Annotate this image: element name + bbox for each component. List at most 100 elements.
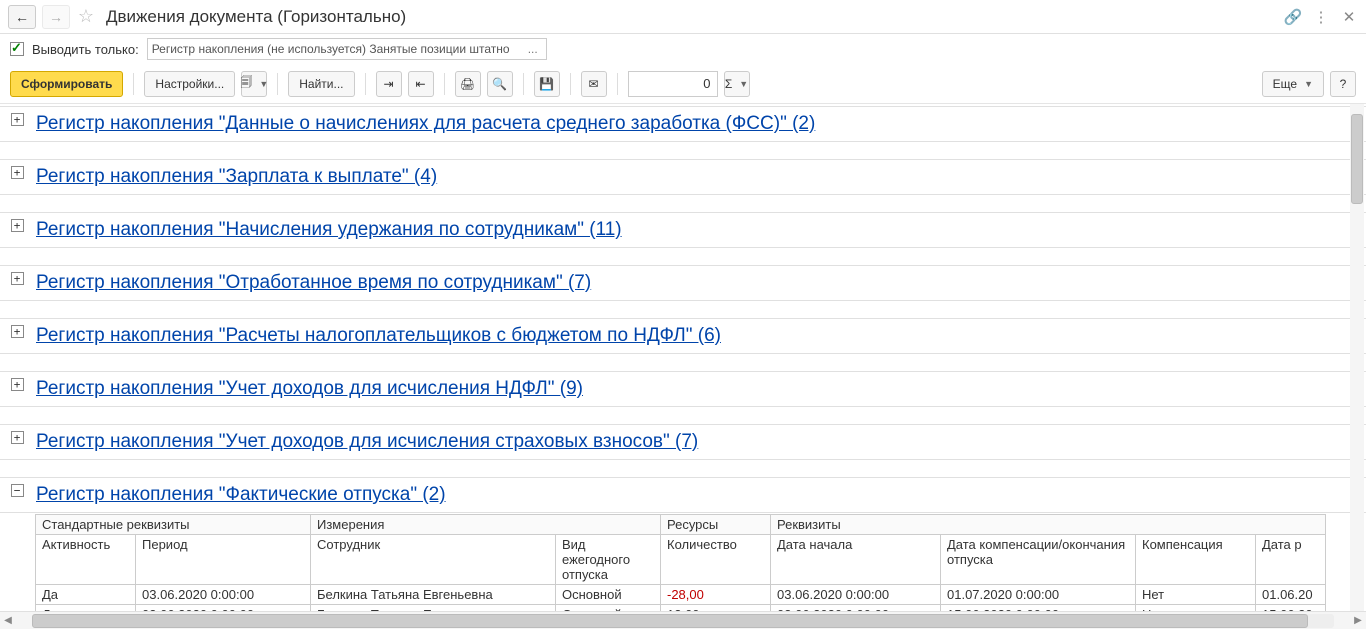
register-section-link[interactable]: Регистр накопления "Начисления удержания… bbox=[34, 213, 1366, 247]
col-header-period[interactable]: Период bbox=[136, 535, 311, 585]
filter-bar: Выводить только: Регистр накопления (не … bbox=[0, 34, 1366, 64]
tree-toggle[interactable]: + bbox=[11, 166, 24, 179]
col-header-vac_type[interactable]: Вид ежегодного отпуска bbox=[556, 535, 661, 585]
scroll-track[interactable] bbox=[32, 614, 1334, 628]
cell-date_comp: 01.07.2020 0:00:00 bbox=[941, 585, 1136, 605]
favorite-star-icon[interactable]: ☆ bbox=[76, 7, 96, 27]
preview-icon: 🔍 bbox=[492, 77, 507, 91]
col-header-employee[interactable]: Сотрудник bbox=[311, 535, 556, 585]
save-button[interactable]: 💾 bbox=[534, 71, 560, 97]
table-row[interactable]: Да03.06.2020 0:00:00Белкина Татьяна Евге… bbox=[36, 605, 1326, 612]
cell-vac_type: Основной bbox=[556, 585, 661, 605]
report-area[interactable]: + Регистр накопления "Данные о начисления… bbox=[0, 104, 1366, 611]
detail-table: Стандартные реквизитыИзмеренияРесурсыРек… bbox=[35, 514, 1326, 611]
filter-value-input[interactable]: Регистр накопления (не используется) Зан… bbox=[147, 38, 547, 60]
tree-toggle[interactable]: + bbox=[11, 219, 24, 232]
toolbar: Сформировать Настройки... 🗐▼ Найти... ⇥ … bbox=[0, 64, 1366, 104]
collapse-all-button[interactable]: ⇤ bbox=[408, 71, 434, 97]
output-only-checkbox[interactable] bbox=[10, 42, 24, 56]
filter-value-text: Регистр накопления (не используется) Зан… bbox=[152, 42, 510, 56]
col-group-attributes: Реквизиты bbox=[771, 515, 1326, 535]
cell-period: 03.06.2020 0:00:00 bbox=[136, 585, 311, 605]
col-group-standard: Стандартные реквизиты bbox=[36, 515, 311, 535]
toolbar-separator bbox=[617, 73, 618, 95]
register-section-link[interactable]: Регистр накопления "Зарплата к выплате" … bbox=[34, 160, 1366, 194]
register-section-link[interactable]: Регистр накопления "Фактические отпуска"… bbox=[34, 478, 1366, 512]
cell-date_r: 15.06.20 bbox=[1256, 605, 1326, 612]
toolbar-separator bbox=[277, 73, 278, 95]
register-section-link[interactable]: Регистр накопления "Расчеты налогоплател… bbox=[34, 319, 1366, 353]
toolbar-separator bbox=[570, 73, 571, 95]
close-icon[interactable]: ✕ bbox=[1340, 8, 1358, 26]
horizontal-scrollbar[interactable]: ◀ ▶ bbox=[0, 611, 1366, 629]
cell-vac_type: Основной bbox=[556, 605, 661, 612]
output-only-label: Выводить только: bbox=[32, 42, 139, 57]
expand-icon: ⇥ bbox=[383, 77, 393, 91]
vertical-scroll-thumb[interactable] bbox=[1351, 114, 1363, 204]
variants-button[interactable]: 🗐▼ bbox=[241, 71, 267, 97]
sigma-button[interactable]: Σ▼ bbox=[724, 71, 750, 97]
cell-employee: Белкина Татьяна Евгеньевна bbox=[311, 605, 556, 612]
toolbar-separator bbox=[365, 73, 366, 95]
filter-select-button[interactable]: ... bbox=[524, 42, 542, 56]
cell-qty: -28,00 bbox=[661, 585, 771, 605]
collapse-icon: ⇤ bbox=[415, 77, 425, 91]
find-button[interactable]: Найти... bbox=[288, 71, 354, 97]
window-title: Движения документа (Горизонтально) bbox=[106, 7, 1278, 27]
register-section-link[interactable]: Регистр накопления "Учет доходов для исч… bbox=[34, 372, 1366, 406]
cell-comp: Нет bbox=[1136, 585, 1256, 605]
print-icon: 🖨 bbox=[460, 77, 475, 91]
toolbar-separator bbox=[133, 73, 134, 95]
scroll-thumb[interactable] bbox=[32, 614, 1308, 628]
tree-toggle[interactable]: + bbox=[11, 272, 24, 285]
generate-button[interactable]: Сформировать bbox=[10, 71, 123, 97]
report-tree: + Регистр накопления "Данные о начисления… bbox=[0, 106, 1366, 611]
col-header-comp[interactable]: Компенсация bbox=[1136, 535, 1256, 585]
print-button[interactable]: 🖨 bbox=[455, 71, 481, 97]
cell-active: Да bbox=[36, 605, 136, 612]
tree-toggle[interactable]: + bbox=[11, 431, 24, 444]
scroll-right-arrow[interactable]: ▶ bbox=[1350, 615, 1366, 626]
cell-date_start: 03.06.2020 0:00:00 bbox=[771, 605, 941, 612]
col-header-date_start[interactable]: Дата начала bbox=[771, 535, 941, 585]
cell-active: Да bbox=[36, 585, 136, 605]
cell-period: 03.06.2020 0:00:00 bbox=[136, 605, 311, 612]
col-header-qty[interactable]: Количество bbox=[661, 535, 771, 585]
scroll-left-arrow[interactable]: ◀ bbox=[0, 615, 16, 626]
register-section-link[interactable]: Регистр накопления "Учет доходов для исч… bbox=[34, 425, 1366, 459]
title-bar: ← → ☆ Движения документа (Горизонтально)… bbox=[0, 0, 1366, 34]
table-row[interactable]: Да03.06.2020 0:00:00Белкина Татьяна Евге… bbox=[36, 585, 1326, 605]
cell-date_start: 03.06.2020 0:00:00 bbox=[771, 585, 941, 605]
col-group-resources: Ресурсы bbox=[661, 515, 771, 535]
sum-value[interactable]: 0 bbox=[628, 71, 718, 97]
more-button[interactable]: Еще▼ bbox=[1262, 71, 1324, 97]
kebab-menu-icon[interactable]: ⋮ bbox=[1312, 8, 1330, 26]
toolbar-separator bbox=[444, 73, 445, 95]
vertical-scrollbar[interactable] bbox=[1350, 104, 1364, 611]
expand-all-button[interactable]: ⇥ bbox=[376, 71, 402, 97]
settings-button[interactable]: Настройки... bbox=[144, 71, 235, 97]
nav-forward-button[interactable]: → bbox=[42, 5, 70, 29]
tree-toggle[interactable]: + bbox=[11, 325, 24, 338]
tree-toggle[interactable]: + bbox=[11, 378, 24, 391]
cell-comp: Нет bbox=[1136, 605, 1256, 612]
cell-employee: Белкина Татьяна Евгеньевна bbox=[311, 585, 556, 605]
email-button[interactable]: ✉ bbox=[581, 71, 607, 97]
register-section-link[interactable]: Регистр накопления "Отработанное время п… bbox=[34, 266, 1366, 300]
col-group-dimensions: Измерения bbox=[311, 515, 661, 535]
col-header-active[interactable]: Активность bbox=[36, 535, 136, 585]
col-header-date_comp[interactable]: Дата компенсации/окончания отпуска bbox=[941, 535, 1136, 585]
toolbar-separator bbox=[523, 73, 524, 95]
variants-icon: 🗐 bbox=[240, 73, 252, 94]
cell-qty: 12,00 bbox=[661, 605, 771, 612]
email-icon: ✉ bbox=[588, 77, 598, 91]
tree-toggle[interactable]: + bbox=[11, 113, 24, 126]
tree-toggle[interactable]: − bbox=[11, 484, 24, 497]
link-icon[interactable]: 🔗 bbox=[1284, 8, 1302, 26]
help-button[interactable]: ? bbox=[1330, 71, 1356, 97]
save-icon: 💾 bbox=[539, 77, 554, 91]
nav-back-button[interactable]: ← bbox=[8, 5, 36, 29]
register-section-link[interactable]: Регистр накопления "Данные о начислениях… bbox=[34, 107, 1366, 141]
preview-button[interactable]: 🔍 bbox=[487, 71, 513, 97]
col-header-date_r[interactable]: Дата р bbox=[1256, 535, 1326, 585]
